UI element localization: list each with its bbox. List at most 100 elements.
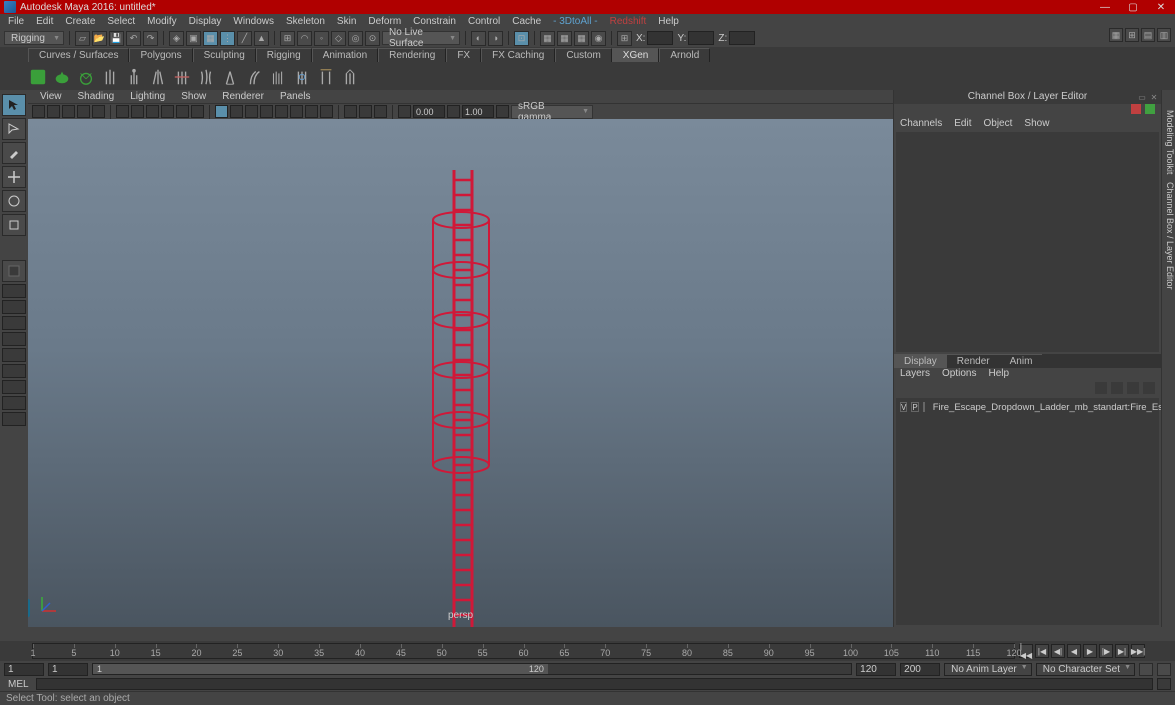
shelf-tab-polygons[interactable]: Polygons: [129, 48, 192, 62]
time-track[interactable]: 1510152025303540455055606570758085909510…: [32, 643, 1015, 659]
step-forward-button[interactable]: |▶: [1099, 644, 1113, 658]
channel-color-icon[interactable]: [1131, 104, 1141, 114]
shelf-tab-sculpting[interactable]: Sculpting: [193, 48, 256, 62]
modeling-toolkit-icon[interactable]: ▦: [1109, 28, 1123, 42]
script-editor-button[interactable]: [1157, 678, 1171, 690]
camera-select-icon[interactable]: [32, 105, 45, 118]
play-forward-button[interactable]: ▶: [1083, 644, 1097, 658]
xgen-clump-icon[interactable]: [148, 67, 168, 87]
shelf-tab-fx[interactable]: FX: [446, 48, 481, 62]
range-end-inner[interactable]: [856, 663, 896, 676]
range-handle[interactable]: 1 120: [93, 664, 548, 674]
panel-close-icon[interactable]: ✕: [1149, 91, 1159, 101]
wireframe-icon[interactable]: [230, 105, 243, 118]
ipr-render-icon[interactable]: ▦: [557, 31, 572, 46]
gate-mask-icon[interactable]: [146, 105, 159, 118]
shelf-tab-curves[interactable]: Curves / Surfaces: [28, 48, 129, 62]
channel-menu-object[interactable]: Object: [984, 118, 1013, 129]
coord-y-input[interactable]: [688, 31, 714, 45]
goto-end-button[interactable]: ▶▶|: [1131, 644, 1145, 658]
panel-menu-panels[interactable]: Panels: [274, 91, 317, 102]
gamma-icon[interactable]: [447, 105, 460, 118]
menu-redshift[interactable]: Redshift: [604, 16, 653, 27]
workspace-dropdown[interactable]: Rigging: [4, 31, 64, 45]
ao-icon[interactable]: [305, 105, 318, 118]
layer-item[interactable]: V P Fire_Escape_Dropdown_Ladder_mb_stand…: [900, 402, 1155, 413]
range-track[interactable]: 1 120: [92, 663, 852, 675]
menu-modify[interactable]: Modify: [141, 16, 182, 27]
select-edge-icon[interactable]: ╱: [237, 31, 252, 46]
menu-file[interactable]: File: [2, 16, 30, 27]
sidebar-modeling-toolkit[interactable]: Modeling Toolkit: [1162, 110, 1175, 174]
cg-input-icon[interactable]: ◐: [471, 31, 486, 46]
layer-new-empty-icon[interactable]: [1127, 382, 1139, 394]
panel-menu-show[interactable]: Show: [175, 91, 212, 102]
render-view-icon[interactable]: ◉: [591, 31, 606, 46]
render-frame-icon[interactable]: ▦: [540, 31, 555, 46]
live-surface-dropdown[interactable]: No Live Surface: [382, 31, 460, 45]
layer-list[interactable]: V P Fire_Escape_Dropdown_Ladder_mb_stand…: [896, 398, 1159, 626]
anim-layer-dropdown[interactable]: No Anim Layer: [944, 663, 1032, 676]
cg-output-icon[interactable]: ◑: [488, 31, 503, 46]
layout-persp[interactable]: [2, 364, 26, 378]
attribute-editor-icon[interactable]: ▤: [1141, 28, 1155, 42]
layer-type-toggle[interactable]: [923, 402, 925, 412]
snap-curve-icon[interactable]: ◠: [297, 31, 312, 46]
xray-icon[interactable]: [359, 105, 372, 118]
motion-blur-icon[interactable]: [320, 105, 333, 118]
step-back-button[interactable]: ◀|: [1051, 644, 1065, 658]
xgen-select-icon[interactable]: [316, 67, 336, 87]
xgen-noise-icon[interactable]: [196, 67, 216, 87]
open-scene-icon[interactable]: 📂: [92, 31, 107, 46]
maximize-button[interactable]: ▢: [1119, 0, 1147, 14]
panel-menu-renderer[interactable]: Renderer: [216, 91, 270, 102]
xgen-freeze-icon[interactable]: [292, 67, 312, 87]
snap-grid-icon[interactable]: ⊞: [280, 31, 295, 46]
step-forward-key-button[interactable]: ▶|: [1115, 644, 1129, 658]
shelf-tab-animation[interactable]: Animation: [312, 48, 378, 62]
undo-icon[interactable]: ↶: [126, 31, 141, 46]
layer-moveup-icon[interactable]: [1095, 382, 1107, 394]
film-gate-icon[interactable]: [92, 105, 105, 118]
shelf-tab-custom[interactable]: Custom: [555, 48, 611, 62]
gamma-input[interactable]: [462, 105, 494, 118]
shelf-tab-xgen[interactable]: XGen: [612, 48, 660, 62]
range-end-outer[interactable]: [900, 663, 940, 676]
layout-four[interactable]: [2, 300, 26, 314]
menu-windows[interactable]: Windows: [227, 16, 280, 27]
layer-new-selected-icon[interactable]: [1143, 382, 1155, 394]
layer-tab-render[interactable]: Render: [947, 354, 1000, 368]
isolate-icon[interactable]: [344, 105, 357, 118]
channel-box-icon[interactable]: ▥: [1157, 28, 1171, 42]
menu-3dtoall[interactable]: - 3DtoAll -: [547, 16, 603, 27]
paint-tool[interactable]: [2, 142, 26, 164]
move-tool[interactable]: [2, 166, 26, 188]
layer-menu-layers[interactable]: Layers: [900, 368, 930, 382]
xray-joints-icon[interactable]: [374, 105, 387, 118]
xgen-icon[interactable]: [28, 67, 48, 87]
menu-cache[interactable]: Cache: [506, 16, 547, 27]
layer-tab-anim[interactable]: Anim: [1000, 354, 1043, 368]
snap-plane-icon[interactable]: ◇: [331, 31, 346, 46]
layout-single[interactable]: [2, 284, 26, 298]
menu-select[interactable]: Select: [101, 16, 141, 27]
view-transform-icon[interactable]: [496, 105, 509, 118]
cmd-input[interactable]: [36, 678, 1153, 690]
snap-point-icon[interactable]: ◦: [314, 31, 329, 46]
menu-edit[interactable]: Edit: [30, 16, 59, 27]
xgen-bend-icon[interactable]: [244, 67, 264, 87]
lasso-tool[interactable]: [2, 118, 26, 140]
menu-skin[interactable]: Skin: [331, 16, 362, 27]
layout-two-h[interactable]: [2, 316, 26, 330]
channel-menu-edit[interactable]: Edit: [954, 118, 971, 129]
viewport[interactable]: persp: [28, 119, 893, 627]
layout-three[interactable]: [2, 348, 26, 362]
channel-key-icon[interactable]: [1145, 104, 1155, 114]
menu-create[interactable]: Create: [59, 16, 101, 27]
select-component-icon[interactable]: ▦: [203, 31, 218, 46]
tool-settings-icon[interactable]: ⊞: [1125, 28, 1139, 42]
snap-live-icon[interactable]: ◎: [348, 31, 363, 46]
shelf-tab-rigging[interactable]: Rigging: [256, 48, 312, 62]
xgen-export-icon[interactable]: [340, 67, 360, 87]
panel-menu-lighting[interactable]: Lighting: [124, 91, 171, 102]
